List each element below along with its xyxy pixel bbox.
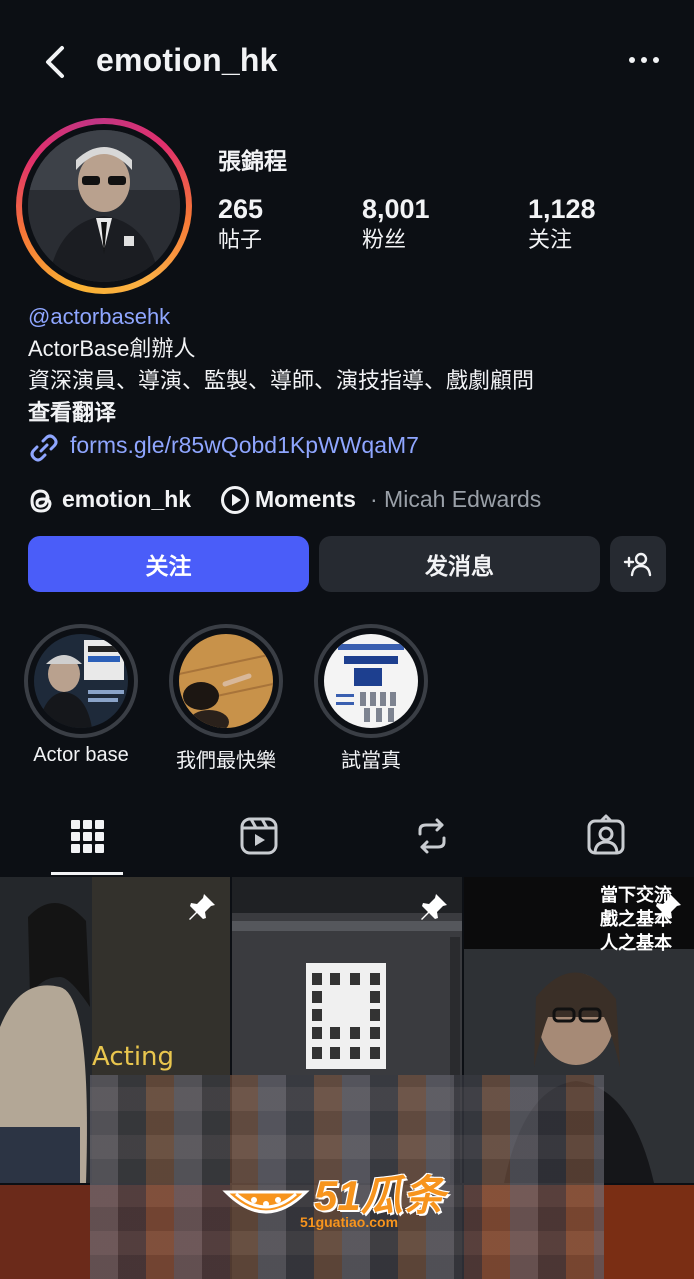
suggested-users-button[interactable] [610,536,666,592]
caption-line: 人之基本 [600,933,672,953]
pin-icon [421,894,447,920]
stat-following[interactable]: 1,128 关注 [528,194,596,256]
stat-following-label: 关注 [528,227,573,252]
tab-reels-icon[interactable] [237,814,281,858]
highlight-cover [324,634,418,728]
highlight-cover [179,634,273,728]
more-options-icon[interactable] [628,54,660,66]
watermark-site: 51guatiao.com [300,1214,399,1230]
follow-button[interactable]: 关注 [28,536,309,592]
avatar-story-ring[interactable] [16,118,192,294]
watermark: 51瓜条 51guatiao.com [222,1160,472,1240]
poster-thumbnail-icon [34,634,128,728]
stat-posts-label: 帖子 [218,227,263,252]
profile-tabs [0,800,694,876]
message-button[interactable]: 发消息 [319,536,600,592]
link-icon [30,434,58,462]
pin-icon [189,894,215,920]
stat-following-value: 1,128 [528,194,596,224]
bio-line: 資深演員、導演、監製、導師、演技指導、戲劇顧問 [28,368,535,393]
moments-link[interactable]: Moments [255,486,356,513]
highlight-label: 試當真 [341,750,401,772]
post-overlay-text: Acting [92,1042,175,1072]
stat-posts[interactable]: 265 帖子 [218,194,263,256]
pin-icon [655,894,681,920]
threads-row: emotion_hk Moments · Micah Edwards [28,484,678,518]
play-circle-icon[interactable] [220,485,250,515]
avatar-portrait-icon [28,130,180,282]
active-tab-indicator [51,872,123,875]
stat-followers-value: 8,001 [362,194,430,224]
bio-line: ActorBase創辦人 [28,336,196,361]
tab-reposts-icon[interactable] [410,814,454,858]
highlight-cover [34,634,128,728]
profile-header: emotion_hk [0,28,694,96]
see-translation-link[interactable]: 查看翻译 [28,398,116,428]
threads-icon[interactable] [28,486,56,516]
link-text: forms.gle/r85wQobd1KpWWqaM7 [70,432,419,458]
stat-followers-label: 粉丝 [362,227,407,252]
avatar [28,130,180,282]
back-arrow-icon[interactable] [38,42,72,82]
flyer-thumbnail-icon [324,634,418,728]
bio-mention-link[interactable]: @actorbasehk [28,302,170,332]
page-title: emotion_hk [96,42,278,78]
moments-credit: · Micah Edwards [370,486,542,512]
stat-posts-value: 265 [218,194,264,224]
threads-username-link[interactable]: emotion_hk [62,486,191,513]
display-name: 張錦程 [218,148,287,174]
watermelon-logo-icon [222,1190,310,1214]
floor-photo-icon [179,634,273,728]
add-person-icon [623,552,652,577]
tab-posts-grid-icon[interactable] [65,814,109,858]
tab-tagged-icon[interactable] [584,814,628,858]
stat-followers[interactable]: 8,001 粉丝 [362,194,430,256]
